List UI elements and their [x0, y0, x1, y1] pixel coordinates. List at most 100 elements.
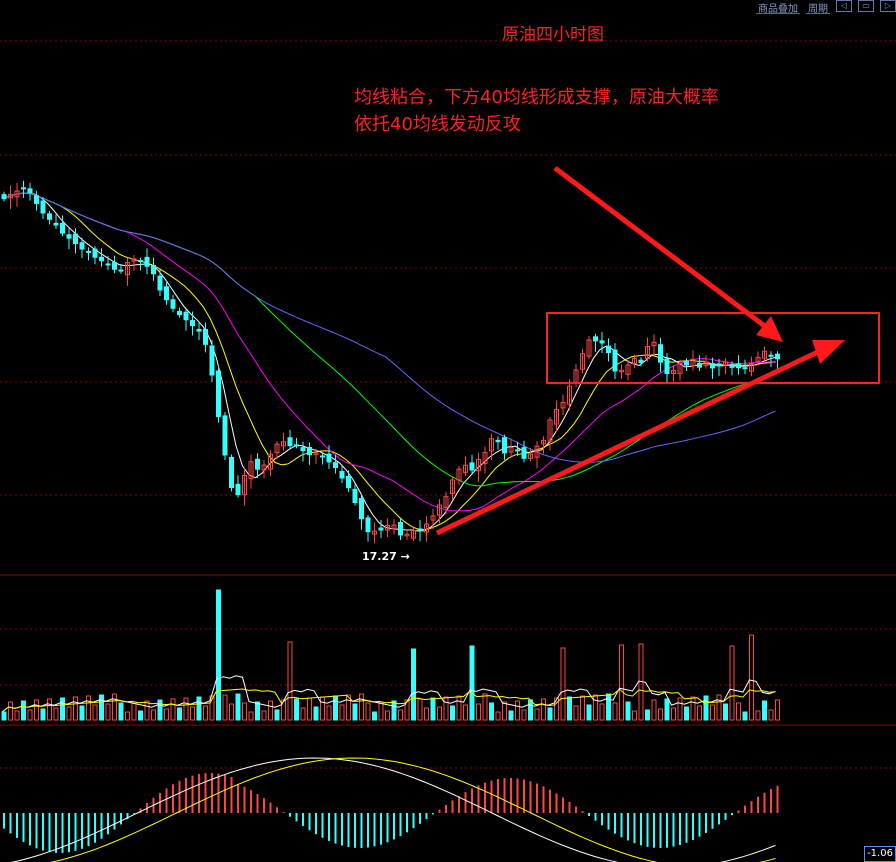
volume-bar [534, 708, 540, 721]
volume-bar [690, 696, 696, 721]
candle-body [716, 363, 722, 367]
overlay-button[interactable]: 商品叠加 [756, 0, 800, 15]
annotation-line-1: 均线粘合，下方40均线形成支撑，原油大概率 [354, 87, 719, 108]
volume-bar [541, 698, 546, 721]
volume-bar [606, 693, 611, 721]
candle-body [66, 234, 72, 239]
candle-body [47, 213, 52, 220]
candle-body [177, 310, 182, 316]
candle-body [697, 362, 702, 368]
volume-bar [203, 705, 208, 721]
volume-bar [742, 711, 748, 721]
candle-body [53, 222, 59, 226]
ma60-line [1, 192, 776, 463]
volume-bar [671, 707, 676, 721]
volume-bar [79, 705, 85, 721]
volume-bar [599, 703, 605, 721]
volume-bar [593, 694, 598, 721]
candle-body [469, 462, 475, 471]
volume-bar [684, 706, 689, 721]
candle-body [352, 488, 358, 504]
candle-body [255, 458, 260, 470]
volume-bar [378, 701, 384, 721]
candle-body [112, 262, 117, 270]
volume-bar [73, 696, 78, 721]
candle-body [346, 475, 351, 489]
volume-bar [365, 702, 371, 721]
annotation-text: 均线粘合，下方40均线形成支撑，原油大概率 依托40均线发动反攻 [354, 84, 794, 138]
chart-title: 原油四小时图 [502, 25, 604, 45]
candle-body [612, 349, 618, 372]
volume-bar [515, 700, 520, 721]
candle-body [216, 370, 221, 418]
volume-bar [651, 699, 657, 721]
volume-bar [14, 710, 20, 721]
candle-body [339, 470, 345, 479]
volume-bar [456, 695, 462, 721]
volume-bar [138, 710, 143, 721]
candle-body [417, 528, 423, 531]
candle-body [196, 328, 202, 332]
candle-body [183, 311, 189, 321]
candle-body [307, 446, 312, 456]
candle-body [79, 242, 85, 250]
candle-body [742, 367, 748, 370]
candle-body [138, 260, 143, 263]
nav-left-icon[interactable]: ◁ [836, 0, 852, 12]
volume-bar [177, 707, 182, 721]
volume-bar [573, 705, 579, 721]
grid-lines [0, 40, 896, 769]
volume-bar [8, 701, 13, 721]
candle-body [164, 286, 169, 301]
volume-bar [476, 703, 481, 721]
volume-bar [352, 703, 358, 721]
volume-bar [164, 708, 169, 721]
volume-bar [372, 711, 377, 721]
volume-bar [92, 704, 98, 721]
volume-bar [417, 698, 423, 721]
nav-right-icon[interactable]: ▷ [880, 0, 896, 12]
candle-body [73, 233, 78, 244]
volume-ma5-line [1, 675, 776, 713]
candle-body [359, 498, 364, 520]
volume-bar [99, 694, 104, 721]
candle-body [60, 222, 65, 234]
volume-bar [664, 698, 670, 721]
candle-body [775, 353, 780, 360]
volume-bar [736, 702, 741, 721]
volume-bar [450, 705, 455, 721]
volume-bar [560, 647, 566, 721]
candle-body [86, 250, 91, 253]
candle-body [40, 200, 46, 214]
candle-body [736, 363, 741, 369]
volume-bar [697, 705, 702, 721]
candle-body [21, 187, 26, 190]
candle-body [118, 269, 124, 272]
period-button[interactable]: 周期 [806, 0, 830, 15]
volume-bar [261, 710, 267, 721]
candle-body [593, 336, 598, 342]
candle-body [144, 256, 150, 267]
low-price-label: 17.27 → [362, 550, 410, 563]
volume-bar [632, 710, 637, 721]
candle-body [209, 345, 215, 376]
volume-bar [274, 709, 280, 721]
candle-body [105, 263, 111, 266]
volume-bar [118, 702, 124, 721]
candle-body [294, 444, 299, 447]
candle-body [398, 522, 403, 536]
candle-body [157, 275, 163, 291]
candle-body [710, 363, 715, 369]
volume-bar [47, 698, 52, 721]
volume-bar [248, 711, 254, 721]
volume-bar [326, 705, 332, 721]
candle-body [229, 456, 234, 488]
volume-bar [170, 698, 176, 721]
candle-body [502, 437, 507, 454]
arrow-down-right [553, 166, 783, 342]
volume-bar [729, 645, 735, 721]
nav-box-icon[interactable]: ▭ [858, 0, 874, 12]
volume-bar [398, 709, 403, 721]
volume-bar [469, 645, 475, 721]
candle-body [684, 360, 689, 366]
